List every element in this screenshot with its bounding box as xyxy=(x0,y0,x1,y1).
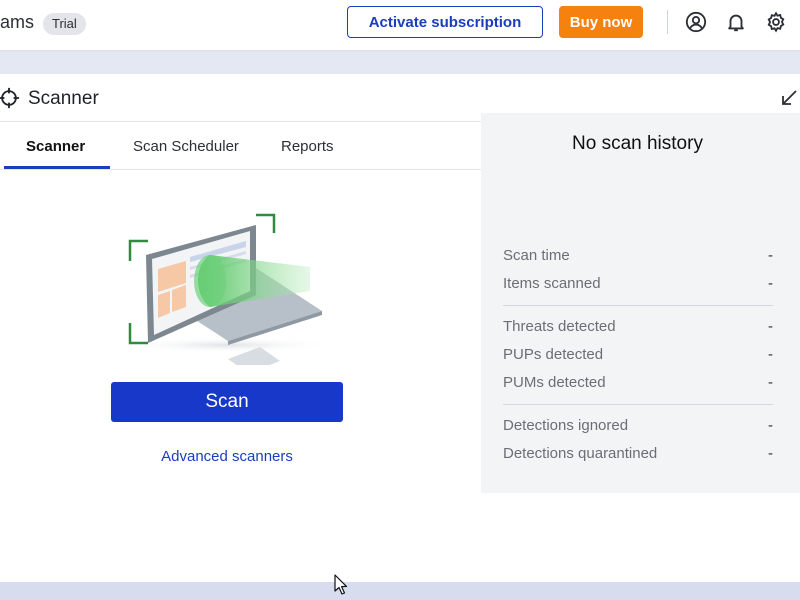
stat-row-items-scanned: Items scanned - xyxy=(503,275,773,295)
top-bar: ams Trial Activate subscription Buy now xyxy=(0,0,800,50)
divider xyxy=(667,10,668,34)
stat-row-pums-detected: PUMs detected - xyxy=(503,374,773,394)
stat-row-threats-detected: Threats detected - xyxy=(503,318,773,338)
stats-divider xyxy=(503,404,773,405)
stat-value: - xyxy=(768,417,773,434)
mouse-cursor-icon xyxy=(334,574,350,596)
scan-button[interactable]: Scan xyxy=(111,382,343,422)
stat-value: - xyxy=(768,247,773,264)
stat-label: Items scanned xyxy=(503,275,601,292)
history-title: No scan history xyxy=(572,133,703,154)
gear-icon[interactable] xyxy=(765,11,787,33)
stat-label: Threats detected xyxy=(503,318,616,335)
crosshair-icon xyxy=(0,87,20,109)
scan-history-card: No scan history Scan time - Items scanne… xyxy=(481,113,800,493)
stat-row-detections-quarantined: Detections quarantined - xyxy=(503,445,773,465)
stat-row-pups-detected: PUPs detected - xyxy=(503,346,773,366)
panel-title: Scanner xyxy=(28,88,99,109)
stat-label: Detections quarantined xyxy=(503,445,658,462)
trial-badge: Trial xyxy=(43,13,86,35)
stat-value: - xyxy=(768,346,773,363)
stat-row-detections-ignored: Detections ignored - xyxy=(503,417,773,437)
activate-subscription-button[interactable]: Activate subscription xyxy=(347,6,543,38)
tab-scanner[interactable]: Scanner xyxy=(26,138,85,155)
stat-row-scan-time: Scan time - xyxy=(503,247,773,267)
buy-now-button[interactable]: Buy now xyxy=(559,6,643,38)
stat-value: - xyxy=(768,445,773,462)
stat-label: Scan time xyxy=(503,247,570,264)
stat-label: PUPs detected xyxy=(503,346,604,363)
stat-label: Detections ignored xyxy=(503,417,629,434)
stat-value: - xyxy=(768,318,773,335)
stat-value: - xyxy=(768,275,773,292)
stat-label: PUMs detected xyxy=(503,374,606,391)
advanced-scanners-link[interactable]: Advanced scanners xyxy=(111,448,343,465)
app-brand: ams xyxy=(0,12,35,32)
stat-value: - xyxy=(768,374,773,391)
active-tab-indicator xyxy=(4,166,110,169)
collapse-arrow-icon[interactable] xyxy=(780,89,798,107)
account-icon[interactable] xyxy=(685,11,707,33)
bell-icon[interactable] xyxy=(725,11,747,33)
stats-divider xyxy=(503,305,773,306)
laptop-scan-illustration xyxy=(110,135,350,373)
